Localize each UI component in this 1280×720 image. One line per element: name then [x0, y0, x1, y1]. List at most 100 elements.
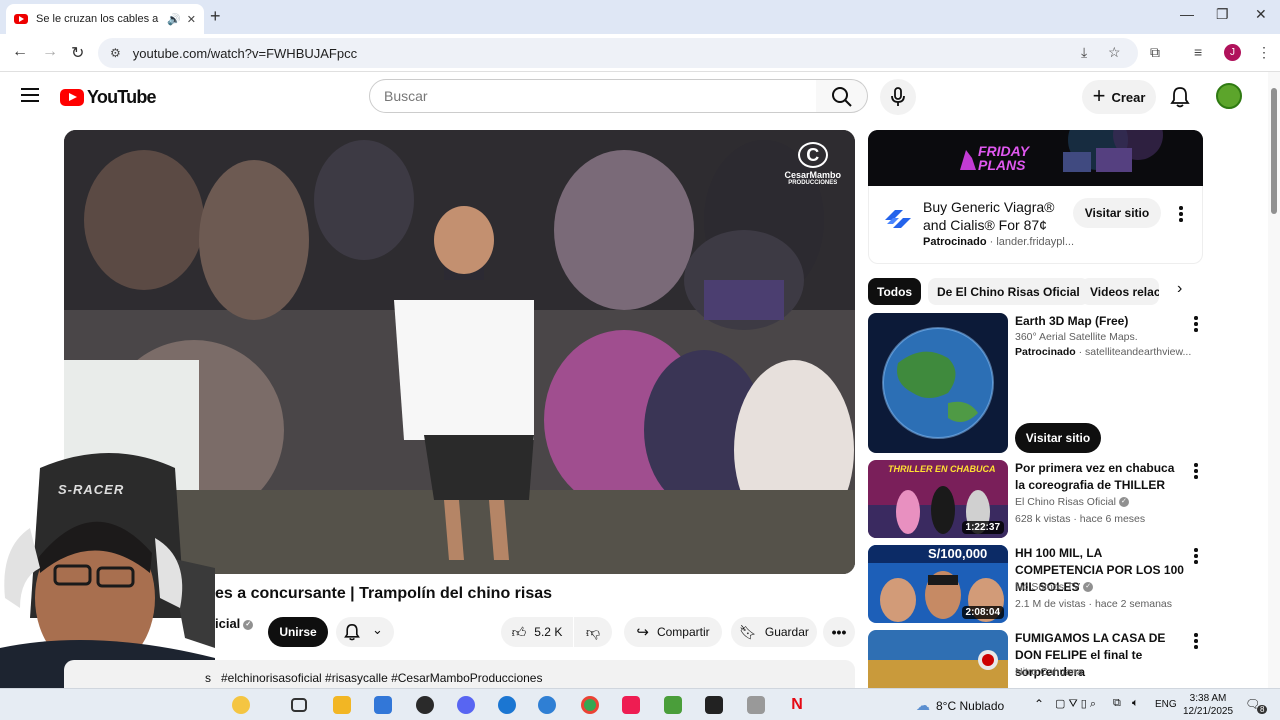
chip-channel[interactable]: De El Chino Risas Oficial — [928, 278, 1089, 305]
chevron-down-icon: ⌄ — [372, 622, 383, 637]
task-view-icon[interactable] — [291, 698, 307, 712]
ad-banner-image[interactable]: FRIDAY PLANS — [868, 130, 1203, 186]
ad-more-icon[interactable] — [1179, 206, 1183, 224]
thumbs-down-icon: 👎︎ — [585, 623, 601, 640]
maximize-button[interactable]: ❐ — [1216, 6, 1229, 23]
rec-thumbnail-100mil[interactable]: S/100,000 2:08:04 — [868, 545, 1008, 623]
clock-date: 12/21/2025 — [1183, 706, 1234, 717]
watermark-logo-icon: C — [797, 142, 828, 168]
rec-sponsor-line: Patrocinado · satelliteandearthview... — [1015, 346, 1192, 358]
weather-widget[interactable]: ☁ 8°C Nublado — [916, 697, 1004, 714]
profile-avatar[interactable]: J — [1224, 44, 1241, 61]
create-button[interactable]: + Crear — [1082, 80, 1156, 114]
chrome-icon[interactable] — [581, 696, 599, 714]
bookmark-star-icon[interactable]: ☆ — [1108, 44, 1121, 61]
dislike-button[interactable]: 👎︎ — [574, 617, 612, 647]
earth-thumbnail-art — [868, 313, 1008, 453]
scrollbar-thumb[interactable] — [1271, 88, 1277, 214]
tray-chevron-icon[interactable]: ⌃ — [1034, 697, 1044, 711]
network-icon[interactable]: ⧉ — [1113, 697, 1121, 710]
chip-related[interactable]: Videos relac — [1081, 278, 1159, 305]
ad-domain: lander.fridaypl... — [996, 236, 1075, 248]
site-info-icon[interactable]: ⚙ — [110, 46, 121, 60]
rec-thumbnail-fumigamos[interactable] — [868, 630, 1008, 688]
notifications-bell-icon[interactable] — [1170, 86, 1190, 108]
chevron-right-icon[interactable]: › — [1177, 280, 1182, 298]
ad-card[interactable]: Buy Generic Viagra® and Cialis® For 87¢ … — [868, 186, 1203, 264]
speaker-icon[interactable]: 🔊 — [167, 13, 181, 26]
volume-icon[interactable]: 🔈︎ — [1132, 697, 1139, 710]
browser-menu-icon[interactable]: ⋮ — [1257, 44, 1271, 61]
minecraft-icon[interactable] — [664, 696, 682, 714]
chip-all[interactable]: Todos — [868, 278, 922, 305]
youtube-favicon-icon — [14, 14, 28, 24]
roblox-icon[interactable] — [747, 696, 765, 714]
ad-title[interactable]: Buy Generic Viagra® and Cialis® For 87¢ — [923, 198, 1073, 234]
app-icon-1[interactable] — [498, 696, 516, 714]
hashtags-prefix: s — [205, 671, 211, 685]
install-app-icon[interactable]: ⤓ — [1081, 44, 1087, 61]
close-window-button[interactable]: ✕ — [1255, 6, 1267, 23]
rec-visit-site-button[interactable]: Visitar sitio — [1015, 423, 1101, 453]
tray-icons[interactable]: ▢ ⛛ ▯ ⌕ — [1055, 697, 1096, 711]
rec-title[interactable]: Earth 3D Map (Free) — [1015, 313, 1187, 330]
join-button[interactable]: Unirse — [268, 617, 328, 647]
rec-thumbnail-earth[interactable] — [868, 313, 1008, 453]
rec-channel[interactable]: El Chino Risas Oficial ✓ — [1015, 496, 1129, 508]
tab-close-icon[interactable]: ✕ — [187, 13, 196, 26]
page-scrollbar[interactable] — [1268, 72, 1280, 688]
browser-tab[interactable]: Se le cruzan los cables a co 🔊 ✕ — [6, 4, 204, 34]
account-avatar[interactable] — [1216, 83, 1242, 109]
netflix-icon[interactable]: N — [788, 696, 806, 714]
plus-icon: + — [1092, 83, 1106, 108]
search-input[interactable]: Buscar — [369, 79, 817, 113]
channel-name[interactable]: icial ✓ — [215, 616, 254, 631]
back-button[interactable]: ← — [12, 43, 28, 61]
rec-channel-name: El Chino Risas Oficial — [1015, 496, 1116, 508]
rec-channel-name[interactable]: Nitro Cahuana — [1015, 666, 1083, 678]
more-actions-button[interactable]: ••• — [823, 617, 855, 647]
menu-hamburger-icon[interactable] — [21, 88, 39, 102]
address-bar[interactable]: ⚙ youtube.com/watch?v=FWHBUJAFpcc — [98, 38, 1138, 68]
rec-more-icon[interactable] — [1194, 463, 1198, 481]
discord-icon[interactable] — [457, 696, 475, 714]
epic-games-icon[interactable] — [705, 696, 723, 714]
tiktok-icon[interactable] — [622, 696, 640, 714]
forward-button[interactable]: → — [42, 43, 58, 61]
new-tab-button[interactable]: + — [210, 6, 221, 27]
file-explorer-icon[interactable] — [333, 696, 351, 714]
reload-button[interactable]: ↻ — [71, 43, 84, 63]
taskbar-clock[interactable]: 3:38 AM 12/21/2025 — [1183, 692, 1233, 718]
ad-sponsor-line: Patrocinado · lander.fridaypl... — [923, 236, 1075, 248]
save-button[interactable]: 🔖︎ Guardar — [731, 617, 817, 647]
share-button[interactable]: ↪ Compartir — [624, 617, 722, 647]
thumb-text: S/100,000 — [928, 546, 988, 561]
rec-more-icon[interactable] — [1194, 316, 1198, 334]
youtube-logo[interactable]: YouTube — [60, 87, 157, 108]
url-text: youtube.com/watch?v=FWHBUJAFpcc — [132, 45, 358, 61]
store-icon[interactable] — [374, 696, 392, 714]
search-button[interactable] — [816, 79, 868, 113]
description-hashtags[interactable]: s #elchinorisasoficial #risasycalle #Ces… — [205, 671, 542, 685]
voice-search-button[interactable] — [880, 79, 916, 115]
like-count: 5.2 K — [534, 625, 563, 639]
cast-icon[interactable]: ⧉ — [1150, 44, 1160, 61]
rec-thumbnail-thriller[interactable]: THRILLER EN CHABUCA 1:22:37 — [868, 460, 1008, 538]
rec-more-icon[interactable] — [1194, 633, 1198, 651]
subscription-bell-button[interactable]: ⌄ — [336, 617, 394, 647]
rec-title[interactable]: Por primera vez en chabuca la coreografi… — [1015, 460, 1187, 494]
obs-icon[interactable] — [416, 696, 434, 714]
media-controls-icon[interactable]: ≡ — [1194, 44, 1202, 60]
rec-channel[interactable]: No Somos TV ✓ — [1015, 581, 1094, 593]
tab-title: Se le cruzan los cables a co — [36, 13, 162, 25]
channel-name-text: icial — [215, 616, 241, 631]
thumbs-up-icon: 👍︎ — [511, 623, 527, 640]
widgets-icon[interactable] — [232, 696, 250, 714]
like-button[interactable]: 👍︎ 5.2 K — [501, 617, 573, 647]
language-indicator[interactable]: ENG — [1155, 699, 1177, 710]
app-icon-2[interactable] — [538, 696, 556, 714]
watermark-line2: PRODUCCIONES — [788, 180, 838, 186]
ad-visit-site-button[interactable]: Visitar sitio — [1073, 198, 1161, 228]
minimize-button[interactable]: — — [1180, 6, 1194, 22]
rec-more-icon[interactable] — [1194, 548, 1198, 566]
